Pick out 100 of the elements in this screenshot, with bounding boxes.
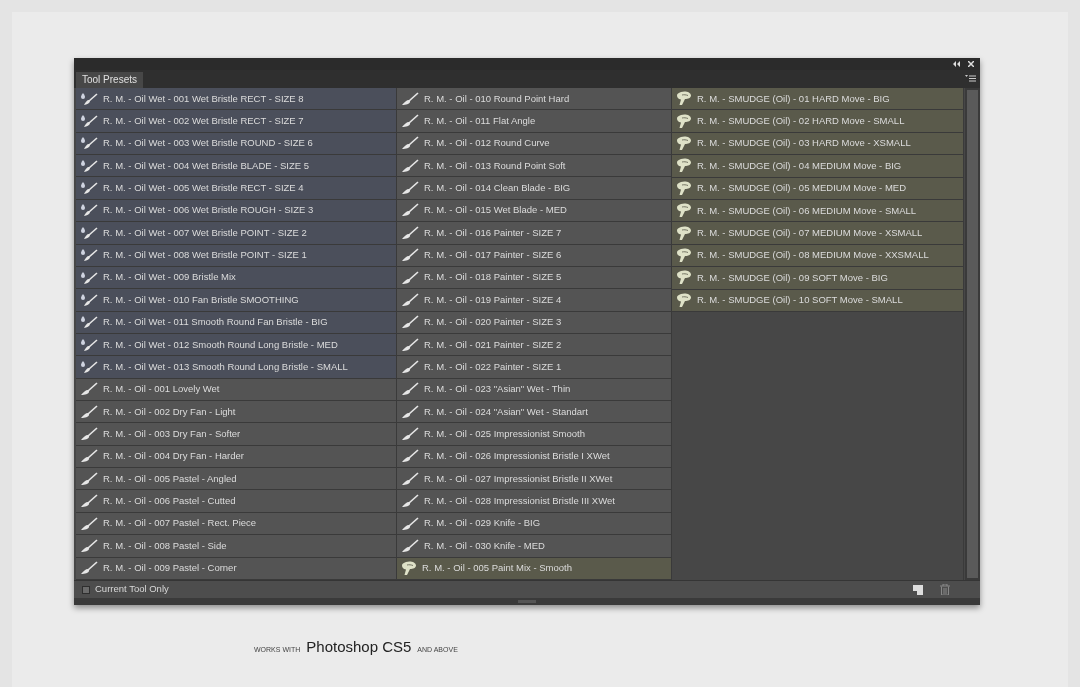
preset-row[interactable]: R. M. - Oil - 021 Painter - SIZE 2 [397,333,671,357]
preset-label: R. M. - Oil Wet - 006 Wet Bristle ROUGH - SIZE 3 [103,203,314,218]
preset-row[interactable]: R. M. - Oil - 009 Pastel - Corner [76,557,396,580]
new-preset-icon[interactable] [913,584,923,595]
preset-row[interactable]: R. M. - SMUDGE (Oil) - 05 MEDIUM Move - MED [672,177,963,200]
preset-row[interactable]: R. M. - Oil - 017 Painter - SIZE 6 [397,244,671,267]
brush-icon [401,337,419,352]
scrollbar-thumb[interactable] [967,90,978,578]
preset-label: R. M. - Oil - 024 "Asian" Wet - Standart [424,404,588,419]
preset-label: R. M. - Oil - 009 Pastel - Corner [103,561,237,576]
preset-row[interactable]: R. M. - SMUDGE (Oil) - 10 SOFT Move - SMALL [672,289,963,312]
preset-label: R. M. - Oil - 029 Knife - BIG [424,516,541,531]
close-icon[interactable] [968,61,974,67]
preset-label: R. M. - Oil - 026 Impressionist Bristle I XWet [424,449,610,464]
preset-label: R. M. - SMUDGE (Oil) - 06 MEDIUM Move - SMALL [697,203,917,218]
preset-row[interactable]: R. M. - Oil - 001 Lovely Wet [76,378,396,402]
brush-icon [80,538,98,553]
preset-label: R. M. - Oil Wet - 002 Wet Bristle RECT - SIZE 7 [103,113,304,128]
preset-row[interactable]: R. M. - SMUDGE (Oil) - 02 HARD Move - SMALL [672,110,963,133]
preset-row[interactable]: R. M. - Oil - 015 Wet Blade - MED [397,199,671,223]
preset-label: R. M. - Oil - 001 Lovely Wet [103,382,220,397]
preset-row[interactable]: R. M. - Oil Wet - 007 Wet Bristle POINT - SIZE 2 [76,222,396,245]
preset-row[interactable]: R. M. - Oil Wet - 003 Wet Bristle ROUND - SIZE 6 [76,132,396,156]
preset-label: R. M. - Oil - 007 Pastel - Rect. Piece [103,516,257,531]
wet-brush-icon [80,158,98,173]
panel-tab[interactable]: Tool Presets [76,72,144,88]
preset-row[interactable]: R. M. - Oil - 010 Round Point Hard [397,88,671,111]
smudge-finger-icon [676,203,692,219]
preset-row[interactable]: R. M. - Oil Wet - 004 Wet Bristle BLADE - SIZE 5 [76,155,396,178]
preset-row[interactable]: R. M. - Oil Wet - 013 Smooth Round Long Bristle - SMALL [76,356,396,379]
preset-label: R. M. - Oil Wet - 011 Smooth Round Fan Bristle - BIG [103,315,328,330]
preset-row[interactable]: R. M. - Oil - 011 Flat Angle [397,110,671,133]
preset-label: R. M. - Oil - 022 Painter - SIZE 1 [424,359,562,374]
preset-label: R. M. - Oil Wet - 001 Wet Bristle RECT - SIZE 8 [103,91,304,106]
checkbox[interactable] [82,585,90,594]
preset-row[interactable]: R. M. - Oil Wet - 011 Smooth Round Fan Bristle - BIG [76,311,396,334]
preset-row[interactable]: R. M. - Oil - 012 Round Curve [397,132,671,156]
smudge-finger-icon [676,270,692,286]
preset-row[interactable]: R. M. - Oil - 024 "Asian" Wet - Standart [397,401,671,424]
wet-brush-icon [80,91,98,106]
preset-row[interactable]: R. M. - Oil Wet - 008 Wet Bristle POINT - SIZE 1 [76,244,396,267]
preset-row[interactable]: R. M. - Oil - 022 Painter - SIZE 1 [397,356,671,379]
preset-row[interactable]: R. M. - Oil - 020 Painter - SIZE 3 [397,311,671,334]
preset-label: R. M. - Oil - 002 Dry Fan - Light [103,404,236,419]
preset-row[interactable]: R. M. - Oil - 004 Dry Fan - Harder [76,445,396,469]
preset-row[interactable]: R. M. - SMUDGE (Oil) - 01 HARD Move - BIG [672,88,963,111]
smudge-finger-icon [676,225,692,241]
preset-row[interactable]: R. M. - Oil Wet - 001 Wet Bristle RECT - SIZE 8 [76,88,396,111]
preset-row[interactable]: R. M. - SMUDGE (Oil) - 08 MEDIUM Move - XXSMALL [672,244,963,268]
preset-row[interactable]: R. M. - Oil Wet - 009 Bristle Mix [76,266,396,290]
preset-label: R. M. - Oil - 008 Pastel - Side [103,538,227,553]
preset-row[interactable]: R. M. - Oil - 016 Painter - SIZE 7 [397,222,671,245]
preset-row[interactable]: R. M. - SMUDGE (Oil) - 07 MEDIUM Move - XSMALL [672,222,963,245]
panel-menu-icon[interactable] [965,75,976,82]
preset-label: R. M. - Oil - 011 Flat Angle [424,113,536,128]
preset-label: R. M. - Oil Wet - 007 Wet Bristle POINT - SIZE 2 [103,225,307,240]
preset-row[interactable]: R. M. - Oil - 028 Impressionist Bristle III XWet [397,490,671,513]
brush-icon [401,404,419,419]
smudge-finger-icon [676,180,692,196]
collapse-icon[interactable] [953,61,960,67]
preset-row[interactable]: R. M. - Oil - 014 Clean Blade - BIG [397,177,671,200]
preset-row[interactable]: R. M. - Oil - 002 Dry Fan - Light [76,401,396,424]
preset-row[interactable]: R. M. - Oil - 029 Knife - BIG [397,512,671,536]
preset-row[interactable]: R. M. - Oil Wet - 006 Wet Bristle ROUGH - SIZE 3 [76,199,396,223]
brush-icon [80,404,98,419]
brush-icon [401,225,419,240]
preset-row[interactable]: R. M. - Oil - 013 Round Point Soft [397,155,671,178]
preset-row[interactable]: R. M. - SMUDGE (Oil) - 06 MEDIUM Move - SMALL [672,199,963,223]
brush-icon [401,449,419,464]
preset-row[interactable]: R. M. - Oil Wet - 010 Fan Bristle SMOOTHING [76,289,396,312]
preset-label: R. M. - Oil - 028 Impressionist Bristle III XWet [424,494,615,508]
preset-row[interactable]: R. M. - Oil - 007 Pastel - Rect. Piece [76,512,396,536]
preset-row[interactable]: R. M. - Oil - 005 Pastel - Angled [76,468,396,491]
smudge-finger-icon [676,91,692,107]
preset-label: R. M. - Oil - 023 "Asian" Wet - Thin [424,382,571,397]
preset-row[interactable]: R. M. - Oil Wet - 012 Smooth Round Long Bristle - MED [76,333,396,357]
preset-row[interactable]: R. M. - Oil - 025 Impressionist Smooth [397,423,671,446]
preset-row[interactable]: R. M. - SMUDGE (Oil) - 04 MEDIUM Move - BIG [672,155,963,178]
preset-row[interactable]: R. M. - SMUDGE (Oil) - 03 HARD Move - XSMALL [672,132,963,156]
preset-label: R. M. - Oil Wet - 012 Smooth Round Long Bristle - MED [103,337,338,352]
brush-icon [80,427,98,442]
brush-icon [401,516,419,531]
preset-row[interactable]: R. M. - Oil - 023 "Asian" Wet - Thin [397,378,671,402]
preset-row[interactable]: R. M. - SMUDGE (Oil) - 09 SOFT Move - BIG [672,267,963,290]
wet-brush-icon [80,248,98,263]
preset-label: R. M. - Oil Wet - 008 Wet Bristle POINT - SIZE 1 [103,248,307,263]
preset-label: R. M. - Oil - 013 Round Point Soft [424,158,566,173]
preset-row[interactable]: R. M. - Oil - 027 Impressionist Bristle II XWet [397,468,671,491]
preset-row[interactable]: R. M. - Oil Wet - 002 Wet Bristle RECT - SIZE 7 [76,110,396,133]
preset-label: R. M. - Oil Wet - 003 Wet Bristle ROUND - SIZE 6 [103,136,313,151]
preset-row[interactable]: R. M. - Oil - 003 Dry Fan - Softer [76,423,396,446]
preset-row[interactable]: R. M. - Oil - 006 Pastel - Cutted [76,490,396,513]
preset-row[interactable]: R. M. - Oil - 008 Pastel - Side [76,535,396,558]
preset-row[interactable]: R. M. - Oil - 019 Painter - SIZE 4 [397,289,671,312]
preset-row[interactable]: R. M. - Oil - 030 Knife - MED [397,535,671,558]
preset-row[interactable]: R. M. - Oil Wet - 005 Wet Bristle RECT - SIZE 4 [76,177,396,200]
preset-label: R. M. - SMUDGE (Oil) - 07 MEDIUM Move - XSMALL [697,225,923,240]
brush-icon [401,270,419,285]
preset-row[interactable]: R. M. - Oil - 018 Painter - SIZE 5 [397,266,671,290]
preset-row[interactable]: R. M. - Oil - 026 Impressionist Bristle I XWet [397,445,671,469]
